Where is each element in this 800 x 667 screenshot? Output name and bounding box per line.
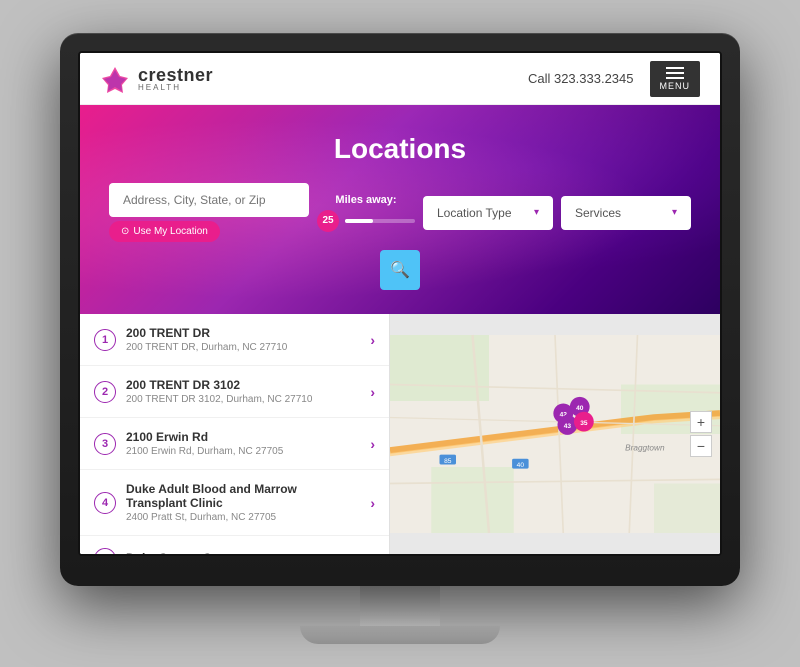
result-name: 2100 Erwin Rd — [126, 430, 360, 444]
svg-text:43: 43 — [564, 423, 572, 430]
search-bar: ⊙ Use My Location Miles away: 25 — [100, 183, 700, 290]
chevron-right-icon: › — [370, 551, 375, 554]
miles-track-fill — [345, 219, 373, 223]
page-title: Locations — [100, 133, 700, 165]
result-info: Duke Cancer Center — [126, 551, 360, 554]
site-header: crestner HEALTH Call 323.333.2345 MENU — [80, 53, 720, 105]
header-right: Call 323.333.2345 MENU — [528, 61, 700, 97]
circle-location-icon: ⊙ — [121, 226, 129, 237]
svg-text:35: 35 — [580, 420, 588, 427]
list-item[interactable]: 5 Duke Cancer Center › — [80, 536, 389, 554]
logo-icon — [100, 64, 130, 94]
monitor: crestner HEALTH Call 323.333.2345 MENU — [60, 33, 740, 644]
monitor-bezel: crestner HEALTH Call 323.333.2345 MENU — [60, 33, 740, 586]
menu-line-3 — [666, 77, 684, 79]
result-number: 2 — [94, 381, 116, 403]
use-location-label: Use My Location — [133, 226, 207, 237]
result-address: 200 TRENT DR, Durham, NC 27710 — [126, 342, 360, 353]
search-icon: 🔍 — [390, 260, 410, 280]
use-location-button[interactable]: ⊙ Use My Location — [109, 221, 220, 242]
services-dropdown[interactable]: Services ▾ — [561, 196, 691, 230]
results-area: 1 200 TRENT DR 200 TRENT DR, Durham, NC … — [80, 314, 720, 554]
zoom-in-button[interactable]: + — [690, 411, 712, 433]
list-item[interactable]: 1 200 TRENT DR 200 TRENT DR, Durham, NC … — [80, 314, 389, 366]
result-number: 3 — [94, 433, 116, 455]
chevron-right-icon: › — [370, 495, 375, 511]
address-input-wrap: ⊙ Use My Location — [109, 183, 309, 242]
search-button[interactable]: 🔍 — [380, 250, 420, 290]
miles-wrap: Miles away: 25 — [317, 194, 415, 232]
miles-slider-wrap: 25 — [317, 210, 415, 232]
address-input[interactable] — [109, 183, 309, 217]
monitor-screen: crestner HEALTH Call 323.333.2345 MENU — [78, 51, 722, 556]
result-number: 4 — [94, 492, 116, 514]
result-address: 2400 Pratt St, Durham, NC 27705 — [126, 512, 360, 523]
location-type-dropdown[interactable]: Location Type ▾ — [423, 196, 553, 230]
svg-text:85: 85 — [444, 458, 452, 465]
result-address: 200 TRENT DR 3102, Durham, NC 27710 — [126, 394, 360, 405]
logo-name: crestner — [138, 66, 213, 84]
result-name: Duke Cancer Center — [126, 551, 360, 554]
result-name: 200 TRENT DR — [126, 326, 360, 340]
result-info: 200 TRENT DR 200 TRENT DR, Durham, NC 27… — [126, 326, 360, 353]
result-info: Duke Adult Blood and Marrow Transplant C… — [126, 482, 360, 523]
list-item[interactable]: 4 Duke Adult Blood and Marrow Transplant… — [80, 470, 389, 536]
result-number: 5 — [94, 548, 116, 554]
chevron-right-icon: › — [370, 384, 375, 400]
monitor-stand-base — [300, 626, 500, 644]
phone-number: Call 323.333.2345 — [528, 71, 634, 86]
list-item[interactable]: 3 2100 Erwin Rd 2100 Erwin Rd, Durham, N… — [80, 418, 389, 470]
result-name: 200 TRENT DR 3102 — [126, 378, 360, 392]
result-name: Duke Adult Blood and Marrow Transplant C… — [126, 482, 360, 510]
chevron-right-icon: › — [370, 332, 375, 348]
svg-text:Braggtown: Braggtown — [625, 444, 665, 453]
zoom-out-button[interactable]: − — [690, 435, 712, 457]
menu-label: MENU — [660, 81, 691, 91]
map-controls: + − — [690, 411, 712, 457]
miles-track[interactable] — [345, 219, 415, 223]
result-info: 200 TRENT DR 3102 200 TRENT DR 3102, Dur… — [126, 378, 360, 405]
location-type-chevron-icon: ▾ — [534, 207, 539, 218]
services-label: Services — [575, 206, 621, 220]
hero-section: Locations ⊙ Use My Location Miles away: … — [80, 105, 720, 314]
menu-line-2 — [666, 72, 684, 74]
services-chevron-icon: ▾ — [672, 207, 677, 218]
result-address: 2100 Erwin Rd, Durham, NC 27705 — [126, 446, 360, 457]
menu-line-1 — [666, 67, 684, 69]
logo-area: crestner HEALTH — [100, 64, 213, 94]
logo-text-group: crestner HEALTH — [138, 66, 213, 92]
list-item[interactable]: 2 200 TRENT DR 3102 200 TRENT DR 3102, D… — [80, 366, 389, 418]
result-info: 2100 Erwin Rd 2100 Erwin Rd, Durham, NC … — [126, 430, 360, 457]
svg-text:40: 40 — [517, 462, 525, 469]
miles-badge: 25 — [317, 210, 339, 232]
map-svg: 40 85 42 40 43 — [390, 314, 720, 554]
miles-label: Miles away: — [335, 194, 396, 206]
svg-text:40: 40 — [576, 405, 584, 412]
menu-lines-icon — [666, 67, 684, 79]
menu-button[interactable]: MENU — [650, 61, 701, 97]
monitor-stand-neck — [360, 586, 440, 626]
map-area[interactable]: 40 85 42 40 43 — [390, 314, 720, 554]
logo-sub: HEALTH — [138, 84, 213, 92]
location-type-label: Location Type — [437, 206, 512, 220]
result-number: 1 — [94, 329, 116, 351]
chevron-right-icon: › — [370, 436, 375, 452]
results-list: 1 200 TRENT DR 200 TRENT DR, Durham, NC … — [80, 314, 390, 554]
